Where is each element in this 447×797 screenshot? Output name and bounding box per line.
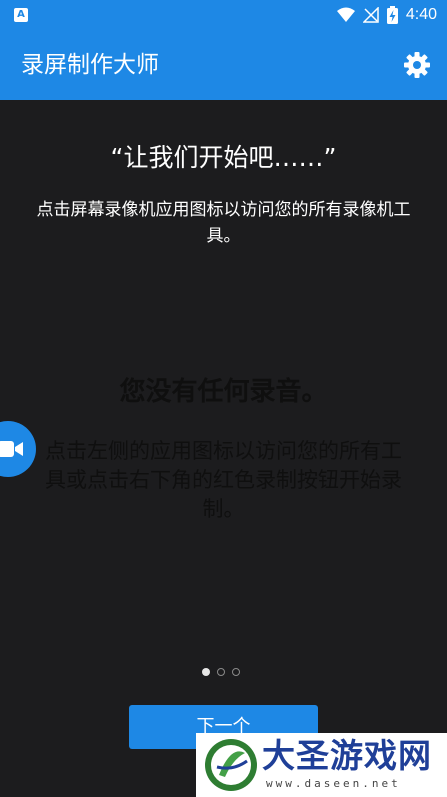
empty-state-title: 您没有任何录音。: [119, 377, 328, 407]
onboarding-description: 点击屏幕录像机应用图标以访问您的所有录像机工具。: [36, 200, 411, 246]
app-notification-icon: A: [14, 8, 28, 22]
gear-icon[interactable]: [403, 51, 431, 79]
status-icons: 4:40: [336, 5, 437, 25]
watermark-title: 大圣游戏网: [262, 736, 432, 775]
status-time: 4:40: [405, 6, 437, 23]
video-camera-icon: [0, 441, 23, 457]
status-bar: A 4:40: [0, 0, 447, 31]
watermark: 大圣游戏网 www.daseen.net: [196, 733, 447, 797]
wifi-icon: [336, 7, 355, 22]
page-indicator: [202, 668, 240, 676]
onboarding-heading: “让我们开始吧……”: [110, 143, 337, 172]
page-dot-2[interactable]: [217, 668, 225, 676]
empty-state-description: 点击左侧的应用图标以访问您的所有工具或点击右下角的红色录制按钮开始录制。: [45, 439, 402, 521]
app-title: 录屏制作大师: [21, 52, 159, 78]
no-signal-icon: [362, 7, 379, 23]
page-dot-3[interactable]: [232, 668, 240, 676]
page-dot-1[interactable]: [202, 668, 210, 676]
watermark-url: www.daseen.net: [266, 777, 401, 790]
watermark-logo-icon: [205, 739, 257, 791]
battery-charging-icon: [386, 6, 398, 24]
app-bar: 录屏制作大师: [0, 31, 447, 100]
